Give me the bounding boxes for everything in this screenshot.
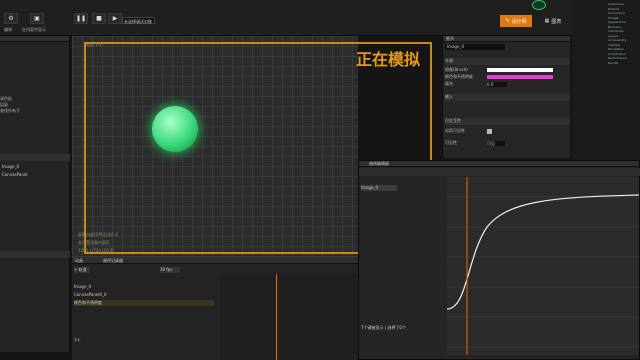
visibility-label: 可见性 xyxy=(445,140,457,145)
padding-field[interactable]: 0.0 xyxy=(487,82,507,87)
simulate-text: 正在模拟 xyxy=(356,50,421,69)
debug-filter-dropdown[interactable]: 未选择调试对象 xyxy=(122,17,155,24)
input-section[interactable]: 输入 xyxy=(445,94,569,101)
stop-icon[interactable]: ■ xyxy=(92,13,106,24)
details-title: 细节 xyxy=(443,36,570,42)
color-swatch[interactable] xyxy=(487,75,553,79)
graph-label: 图表 xyxy=(551,18,562,25)
hit-test-checkbox[interactable] xyxy=(487,129,492,134)
track-row[interactable]: Image_0 xyxy=(74,284,214,290)
widget-name-field[interactable]: Image_0 xyxy=(445,44,505,50)
curve-graph[interactable] xyxy=(447,177,639,355)
animation-timeline: 动画 顺序记录器 + 轨道 30 fps Image_0 CanvasPanel… xyxy=(72,258,358,360)
main-toolbar: ⚙ 编译 ▣ 在内容中显示 ❚❚ ■ ▶ 未选择调试对象 ✎ 设计师 ▦ 图表 xyxy=(0,0,640,36)
play-icon[interactable]: ❚❚ xyxy=(74,13,88,24)
curve-toolbar xyxy=(359,168,640,176)
status-icon xyxy=(532,0,546,10)
frame-count: 7个 xyxy=(74,338,81,343)
left-item-4[interactable]: CanvasPanel xyxy=(2,172,68,178)
curve-hint: 7个键被显示 | 选择了0个 xyxy=(361,325,406,330)
step-icon[interactable]: ▶ xyxy=(108,13,122,24)
left-panel: 调色板 层级 查找所有子 Image_0 CanvasPanel xyxy=(0,36,70,352)
timeline-tabs: 动画 顺序记录器 xyxy=(72,258,358,264)
tab-sequencer[interactable]: 顺序记录器 xyxy=(103,258,123,263)
left-item-3[interactable]: Image_0 xyxy=(2,164,68,170)
brush-swatch[interactable] xyxy=(487,68,553,72)
details-panel: 细节 Image_0 外观 图像(Brush) 颜色和不透明度 填充 0.0 输… xyxy=(442,36,570,158)
left-item-2[interactable]: 查找所有子 xyxy=(0,108,70,114)
graph-button[interactable]: ▦ 图表 xyxy=(538,15,568,27)
timeline-track-area[interactable] xyxy=(220,274,358,360)
tab-animation[interactable]: 动画 xyxy=(75,258,83,263)
designer-button[interactable]: ✎ 设计师 xyxy=(500,15,532,27)
appearance-section[interactable]: 外观 xyxy=(445,58,569,65)
hierarchy-header xyxy=(0,154,70,161)
right-panel: Customize Default CommonUI Widget Appear… xyxy=(572,0,640,165)
visibility-select[interactable]: 可见 xyxy=(487,141,505,146)
fps-select[interactable]: 30 fps xyxy=(160,267,180,273)
curve-title: 曲线编辑器 xyxy=(359,161,639,167)
left-footer-header xyxy=(0,251,70,258)
interaction-section[interactable]: 可交互性 xyxy=(445,118,569,125)
playhead[interactable] xyxy=(276,274,277,360)
padding-label: 填充 xyxy=(445,81,453,86)
asset-label: 在内容中显示 xyxy=(22,27,46,32)
curve-track-label[interactable]: Image_0 xyxy=(361,185,397,191)
designer-label: 设计师 xyxy=(511,18,527,25)
curve-editor: 曲线编辑器 Image_0 7个键被显示 | 选择了0个 xyxy=(358,160,640,360)
compile-icon[interactable]: ⚙ xyxy=(4,13,18,24)
track-row[interactable]: CanvasPanel0_0 xyxy=(74,292,214,298)
palette-header xyxy=(0,36,69,42)
right-item-list: Customize Default CommonUI Widget Appear… xyxy=(608,2,638,65)
track-row[interactable]: 颜色和不透明度 xyxy=(74,300,214,306)
graph-icon: ▦ xyxy=(544,18,550,24)
designer-icon: ✎ xyxy=(505,18,510,24)
hit-test-label: 启用可见性 xyxy=(445,128,465,133)
compile-label: 编译 xyxy=(4,27,12,32)
palette-list: 调色板 层级 查找所有子 xyxy=(0,96,70,126)
add-track-button[interactable]: + 轨道 xyxy=(74,267,90,273)
right-item[interactable]: Render xyxy=(608,61,638,66)
browse-icon[interactable]: ▣ xyxy=(30,13,44,24)
